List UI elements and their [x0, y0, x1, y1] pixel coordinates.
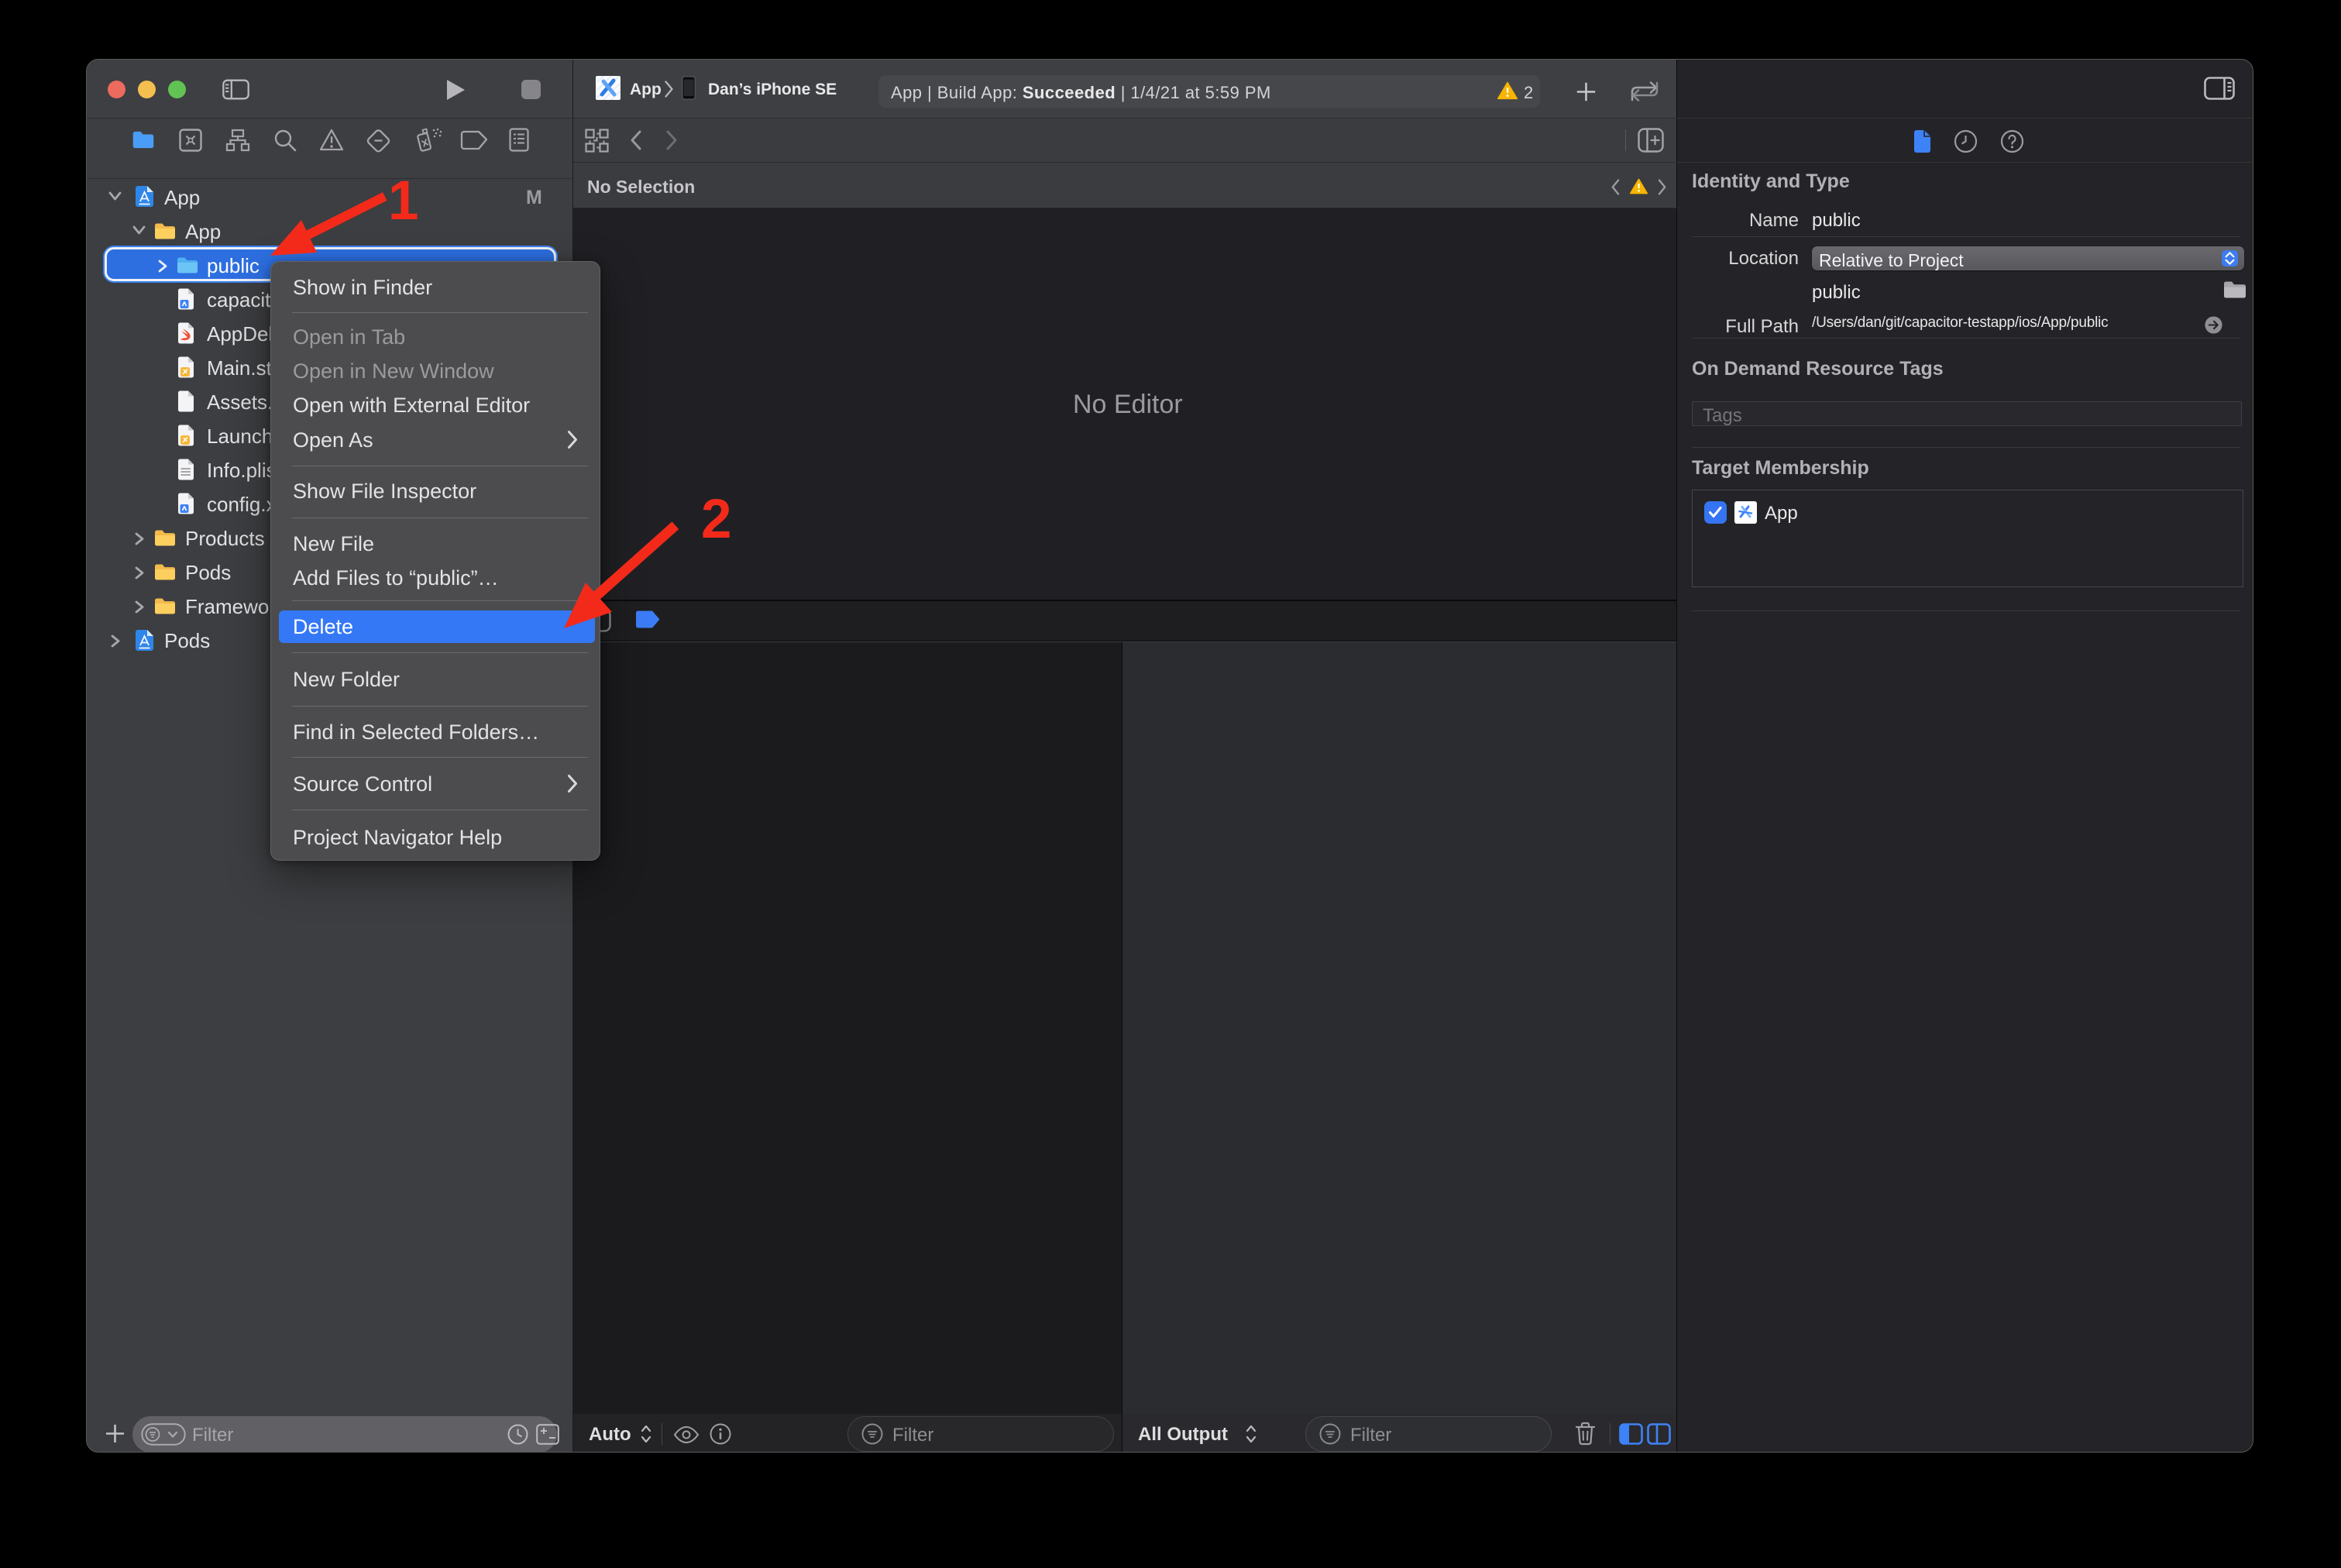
svg-text:2: 2: [701, 489, 732, 550]
svg-text:1: 1: [388, 170, 419, 232]
